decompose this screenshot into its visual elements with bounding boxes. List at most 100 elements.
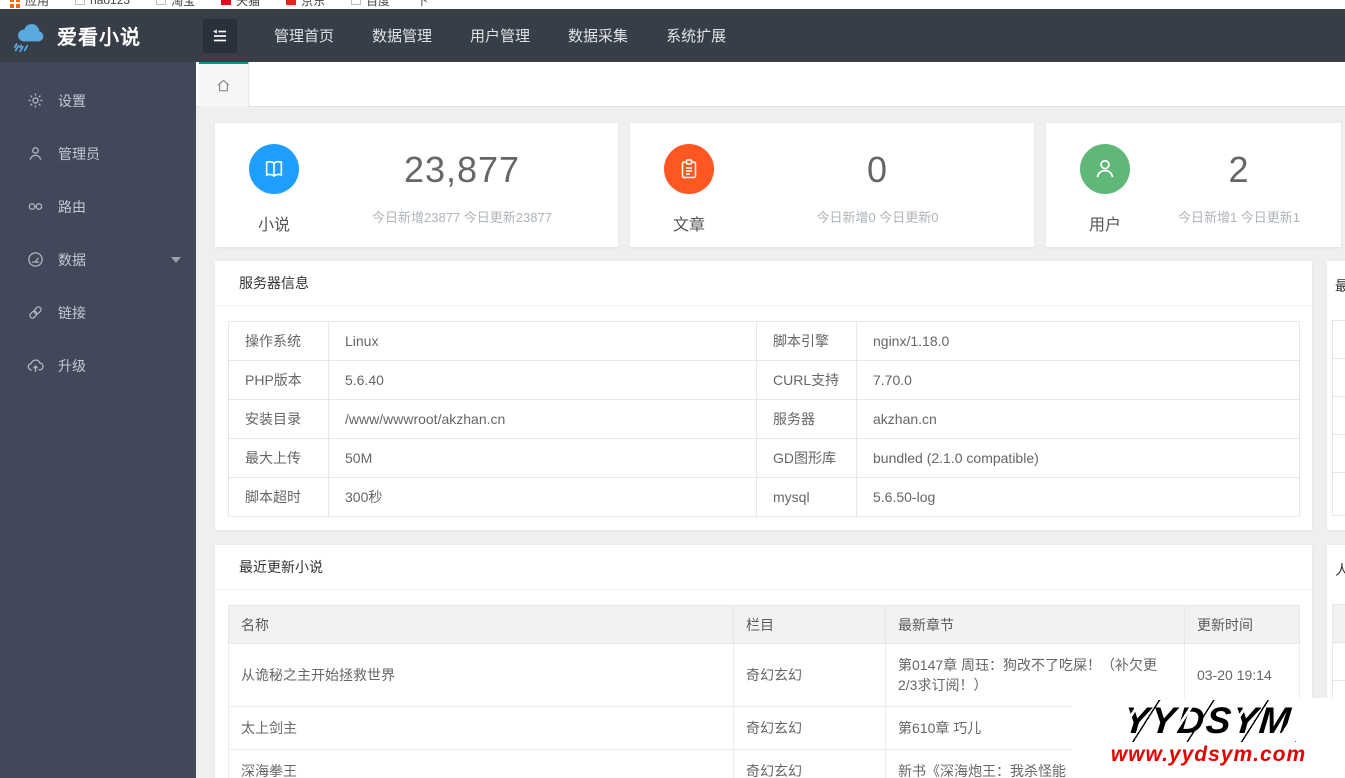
watermark-url: www.yydsym.com [1110,743,1307,766]
novel-name: 从诡秘之主开始拯救世界 [228,643,734,707]
open-book-icon [249,144,299,194]
nav-label: 数据管理 [372,28,433,45]
server-value: /www/wwwroot/akzhan.cn [328,399,757,439]
server-key: CURL支持 [756,360,857,400]
browser-bookmarks-bar: 应用 hao123 淘宝 天猫 京东 百度 下 [0,0,1345,9]
nav-item-home[interactable]: 管理首页 [255,9,353,62]
chevron-down-icon [171,257,181,263]
server-info-panel: 服务器信息 操作系统 Linux 脚本引擎 nginx/1.18.0 PHP版本… [215,261,1312,530]
stat-card-value: 2 [1228,149,1250,190]
infinity-icon [27,198,45,216]
stat-card-users: 用户 2 今日新增1 今日更新1 [1046,123,1341,247]
nav-label: 用户管理 [470,28,531,45]
novel-name: 太上剑主 [228,706,734,750]
person-icon [27,145,45,163]
watermark-slash-decoration [1116,700,1301,742]
clipboard-icon [664,144,714,194]
rain-cloud-icon [12,19,48,53]
column-header-category: 栏目 [733,605,886,644]
nav-item-data-manage[interactable]: 数据管理 [353,9,451,62]
nav-label: 管理首页 [274,28,335,45]
table-row: 脚本超时 300秒 mysql 5.6.50-log [228,477,1300,517]
user-icon [1080,144,1130,194]
server-key: PHP版本 [228,360,329,400]
server-value: 50M [328,438,757,478]
stat-card-label: 文章 [672,217,705,234]
server-value: bundled (2.1.0 compatible) [856,438,1300,478]
table-row: PHP版本 5.6.40 CURL支持 7.70.0 [228,360,1300,400]
stat-card-novels: 小说 23,877 今日新增23877 今日更新23877 [215,123,618,247]
collapse-sidebar-button[interactable] [203,18,237,53]
gauge-icon [27,251,45,269]
top-navigation: 管理首页 数据管理 用户管理 数据采集 系统扩展 [255,9,745,62]
novel-name: 深海拳王 [228,749,734,778]
server-key: 服务器 [756,399,857,439]
server-key: 脚本引擎 [756,321,857,361]
panel-title: 最近更新小说 [215,545,1312,590]
server-value: Linux [328,321,757,361]
sidebar-item-links[interactable]: 链接 [0,290,196,335]
server-info-table: 操作系统 Linux 脚本引擎 nginx/1.18.0 PHP版本 5.6.4… [228,321,1300,517]
home-icon [215,77,232,94]
stat-card-label: 用户 [1088,217,1121,234]
server-key: 安装目录 [228,399,329,439]
sidebar-item-upgrade[interactable]: 升级 [0,343,196,388]
favicon-icon [351,0,362,5]
app-logo[interactable]: 爱看小说 [0,9,196,62]
favicon-icon [75,0,86,5]
bookmark-label: 京东 [301,0,326,8]
sidebar-item-label: 管理员 [58,145,100,162]
sidebar: 设置 管理员 路由 数据 链接 升级 [0,62,196,778]
stat-card-value: 23,877 [403,149,521,190]
sidebar-item-label: 路由 [58,198,86,215]
bookmark-apps[interactable]: 应用 [10,0,49,9]
column-header-chapter: 最新章节 [885,605,1185,644]
sidebar-item-label: 数据 [58,251,86,268]
nav-item-user-manage[interactable]: 用户管理 [451,9,549,62]
table-row: 最大上传 50M GD图形库 bundled (2.1.0 compatible… [228,438,1300,478]
top-header: 爱看小说 管理首页 数据管理 用户管理 数据采集 系统扩展 [0,9,1345,62]
panel-title-fragment: 最 [1335,278,1345,294]
sidebar-item-data[interactable]: 数据 [0,237,196,282]
nav-label: 系统扩展 [666,28,727,45]
bookmark-hao123[interactable]: hao123 [75,0,130,7]
server-value: 7.70.0 [856,360,1300,400]
bookmark-label: 下 [416,0,429,8]
collapse-menu-icon [210,26,230,46]
cloud-upload-icon [27,357,45,375]
bookmark-label: 应用 [25,0,50,8]
link-icon [27,304,45,322]
server-value: 5.6.50-log [856,477,1300,517]
bookmark-taobao[interactable]: 淘宝 [156,0,195,9]
bookmark-jd[interactable]: 京东 [286,0,325,9]
stat-card-value: 0 [866,149,889,190]
server-value: 5.6.40 [328,360,757,400]
nav-item-collect[interactable]: 数据采集 [549,9,647,62]
server-key: 最大上传 [228,438,329,478]
server-key: 操作系统 [228,321,329,361]
bookmark-baidu[interactable]: 百度 [351,0,390,9]
right-panel-top: 最 [1327,261,1345,530]
jd-icon [286,0,297,5]
app-title: 爱看小说 [57,27,141,49]
gear-icon [27,92,45,110]
bookmark-label: 百度 [366,0,391,8]
sidebar-item-route[interactable]: 路由 [0,184,196,229]
stat-card-subtitle: 今日新增1 今日更新1 [1177,210,1301,225]
watermark-brand: YYDSYM [1116,700,1301,742]
column-header-name: 名称 [228,605,734,644]
bookmark-more[interactable]: 下 [416,0,428,9]
nav-item-extend[interactable]: 系统扩展 [647,9,745,62]
sidebar-item-admin[interactable]: 管理员 [0,131,196,176]
novel-category: 奇幻玄幻 [733,749,886,778]
panel-title-fragment: 人 [1335,562,1345,578]
sidebar-item-label: 升级 [58,357,86,374]
server-value: nginx/1.18.0 [856,321,1300,361]
tab-home[interactable] [199,61,249,107]
right-panel-table [1332,320,1345,516]
sidebar-item-label: 设置 [58,92,86,109]
server-value: 300秒 [328,477,757,517]
sidebar-item-settings[interactable]: 设置 [0,78,196,123]
stat-card-subtitle: 今日新增0 今日更新0 [816,210,939,225]
bookmark-tmall[interactable]: 天猫 [221,0,260,9]
